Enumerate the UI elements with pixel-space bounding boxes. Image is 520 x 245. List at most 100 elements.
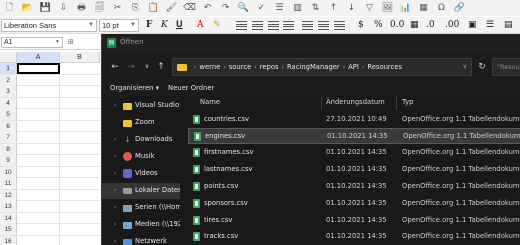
column-header-b[interactable]: B <box>60 52 100 63</box>
align-right-icon[interactable] <box>268 21 279 30</box>
recent-locations-icon[interactable]: ∨ <box>140 61 154 73</box>
column-header-type[interactable]: Typ <box>402 98 413 106</box>
center-vertically-icon[interactable] <box>318 21 329 30</box>
file-row[interactable]: tracks.csv 01.10.2021 14:35 OpenOffice.o… <box>188 229 520 245</box>
file-row[interactable]: tires.csv 01.10.2021 14:35 OpenOffice.or… <box>188 213 520 229</box>
chevron-right-icon[interactable]: › <box>114 170 116 177</box>
chevron-right-icon[interactable]: › <box>114 221 116 228</box>
italic-icon[interactable]: 𝐾 <box>161 20 168 31</box>
nav-item-serien[interactable]: › Serien (\\Home <box>102 200 180 216</box>
row-icon[interactable]: ☰ <box>273 2 286 14</box>
nav-item-zoom[interactable]: Zoom <box>102 115 180 131</box>
sort-descending-icon[interactable]: ↓ <box>345 2 358 14</box>
chart-icon[interactable]: 📊 <box>399 2 412 14</box>
sort-icon[interactable]: ⇅ <box>309 2 322 14</box>
function-wizard-icon[interactable]: ⊞ <box>68 38 74 46</box>
breadcrumb-resources[interactable]: Resources <box>367 63 402 71</box>
copy-icon[interactable]: ⎘ <box>129 2 142 14</box>
refresh-icon[interactable]: ↻ <box>474 58 490 76</box>
breadcrumb-chevron-icon[interactable]: › <box>362 64 364 71</box>
spelling-icon[interactable]: ✓ <box>255 2 268 14</box>
chevron-right-icon[interactable]: › <box>114 238 116 245</box>
new-folder-button[interactable]: Neuer Ordner <box>168 84 214 92</box>
file-row[interactable]: sponsors.csv 01.10.2021 14:35 OpenOffice… <box>188 196 520 212</box>
sort-ascending-icon[interactable]: ↑ <box>327 2 340 14</box>
row-header[interactable]: 9 <box>0 155 17 166</box>
align-center-icon[interactable] <box>252 21 263 30</box>
open-folder-icon[interactable]: 📂 <box>21 2 34 14</box>
column-icon[interactable]: ▥ <box>291 2 304 14</box>
find-replace-icon[interactable]: 🔍 <box>237 2 250 14</box>
border-style-icon[interactable]: ☰ <box>486 20 494 31</box>
chevron-down-icon[interactable]: ▼ <box>130 20 136 31</box>
breadcrumb-api[interactable]: API <box>348 63 359 71</box>
chevron-down-icon[interactable]: ▼ <box>88 20 94 31</box>
clone-format-icon[interactable]: 🖌 <box>165 2 178 14</box>
save-icon[interactable]: 💾 <box>39 2 52 14</box>
chevron-down-icon[interactable]: ∨ <box>463 63 467 70</box>
nav-item-medien[interactable]: › Medien (\\192. <box>102 217 180 233</box>
breadcrumb-chevron-icon[interactable]: › <box>282 64 284 71</box>
highlight-icon[interactable]: ✎ <box>213 20 221 31</box>
forward-arrow-icon[interactable]: → <box>124 61 138 73</box>
special-character-icon[interactable]: Ω <box>435 2 448 14</box>
name-box[interactable]: A1 ▼ <box>1 37 63 48</box>
organize-button[interactable]: Organisieren ▾ <box>110 84 159 92</box>
file-row[interactable]: countries.csv 27.10.2021 10:49 OpenOffic… <box>188 112 520 128</box>
row-header[interactable]: 10 <box>0 166 17 178</box>
nav-item-music[interactable]: › Musik <box>102 149 180 165</box>
breadcrumb-chevron-icon[interactable]: › <box>223 64 225 71</box>
file-row[interactable]: points.csv 01.10.2021 14:35 OpenOffice.o… <box>188 179 520 195</box>
chevron-right-icon[interactable]: › <box>114 136 116 143</box>
font-name-box[interactable]: Liberation Sans ▼ <box>1 19 97 32</box>
row-header[interactable]: 12 <box>0 189 17 201</box>
clear-format-icon[interactable]: ⌫ <box>183 2 196 14</box>
nav-item-visual-studio[interactable]: › Visual Studio <box>102 98 180 114</box>
decimal-icon[interactable]: .0 <box>426 20 435 31</box>
chevron-down-icon[interactable]: ▼ <box>55 38 60 47</box>
font-color-icon[interactable]: A <box>197 20 204 31</box>
chevron-right-icon[interactable]: › <box>114 153 116 160</box>
row-header[interactable]: 8 <box>0 143 17 155</box>
row-header[interactable]: 14 <box>0 212 17 224</box>
autofilter-icon[interactable]: ▽ <box>363 2 376 14</box>
up-arrow-icon[interactable]: ↑ <box>154 61 168 73</box>
cut-icon[interactable]: ✂ <box>111 2 124 14</box>
add-decimal-icon[interactable]: .00 <box>445 20 459 31</box>
underline-icon[interactable]: 𝐔 <box>176 20 183 31</box>
row-header[interactable]: 3 <box>0 86 17 97</box>
row-header[interactable]: 7 <box>0 132 17 143</box>
column-header-a[interactable]: A <box>17 52 60 63</box>
print-icon[interactable]: 🖶 <box>75 2 88 14</box>
column-header-name[interactable]: Name <box>200 98 220 106</box>
file-row[interactable]: firstnames.csv 01.10.2021 14:35 OpenOffi… <box>188 145 520 161</box>
breadcrumb-werne[interactable]: werne <box>199 63 220 71</box>
percent-icon[interactable]: % <box>374 20 383 31</box>
currency-icon[interactable]: $ <box>358 20 364 31</box>
row-header[interactable]: 11 <box>0 178 17 189</box>
row-header[interactable]: 13 <box>0 201 17 212</box>
file-row[interactable]: lastnames.csv 01.10.2021 14:35 OpenOffic… <box>188 162 520 178</box>
row-header[interactable]: 5 <box>0 109 17 120</box>
font-size-box[interactable]: 10 pt ▼ <box>99 19 139 32</box>
breadcrumb-chevron-icon[interactable]: › <box>343 64 345 71</box>
number-format-icon[interactable]: 0.0 <box>390 20 404 31</box>
breadcrumb-chevron-icon[interactable]: › <box>254 64 256 71</box>
search-input[interactable]: "Resou <box>492 58 520 76</box>
chevron-right-icon[interactable]: › <box>114 102 116 109</box>
align-bottom-icon[interactable] <box>334 21 345 30</box>
cell-cursor-a1[interactable] <box>17 63 60 74</box>
nav-item-videos[interactable]: › Videos <box>102 166 180 182</box>
print-preview-icon[interactable]: 🗐 <box>93 2 106 14</box>
chevron-right-icon[interactable]: › <box>114 204 116 211</box>
row-header[interactable]: 16 <box>0 235 17 245</box>
breadcrumb-source[interactable]: source <box>229 63 252 71</box>
new-document-icon[interactable]: 🗋 <box>3 2 16 14</box>
nav-item-downloads[interactable]: › ↓ Downloads <box>102 132 180 148</box>
row-header[interactable]: 6 <box>0 120 17 132</box>
row-header[interactable]: 4 <box>0 97 17 109</box>
align-top-icon[interactable] <box>302 21 313 30</box>
pivot-table-icon[interactable]: ▦ <box>417 2 430 14</box>
select-all-corner[interactable] <box>0 52 17 63</box>
nav-item-local-disk[interactable]: › Lokaler Datentr <box>102 183 180 199</box>
